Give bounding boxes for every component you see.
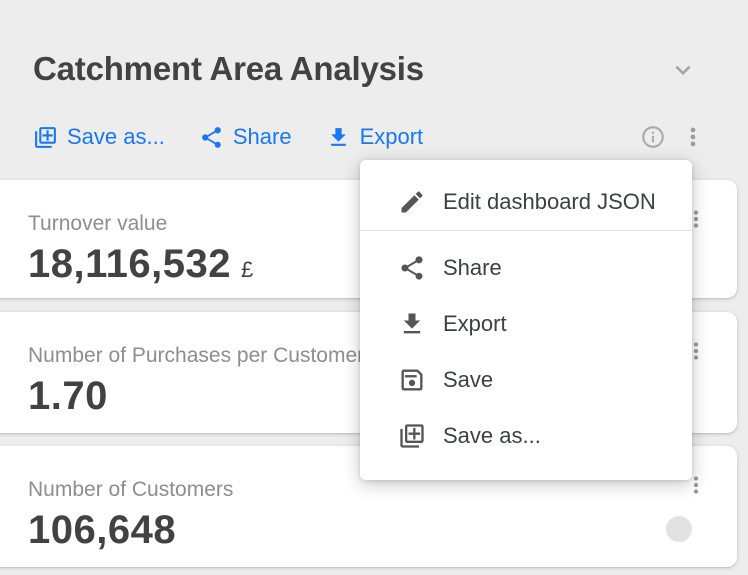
save-as-icon [398,422,426,450]
more-options-button[interactable] [679,123,707,151]
menu-item-label: Export [443,311,507,337]
download-icon [326,125,351,150]
kebab-icon [679,123,707,151]
save-as-button[interactable]: Save as... [33,124,165,150]
share-icon [398,254,426,282]
kpi-unit: £ [241,257,253,283]
info-icon[interactable] [640,124,666,150]
floating-dot [666,516,692,542]
menu-item-label: Edit dashboard JSON [443,189,656,215]
menu-divider [360,230,692,231]
menu-item-save[interactable]: Save [360,352,692,408]
share-icon [199,125,224,150]
save-as-icon [33,125,58,150]
share-button[interactable]: Share [199,124,292,150]
share-label: Share [233,124,292,150]
kpi-value: 106,648 [28,508,176,552]
toolbar: Save as... Share Export [33,121,423,153]
save-icon [398,366,426,394]
edit-icon [398,188,426,216]
dashboard-page: { "header": { "title": "Catchment Area A… [0,0,748,575]
menu-item-label: Save [443,367,493,393]
menu-item-label: Save as... [443,423,541,449]
context-menu: Edit dashboard JSON Share Export Save Sa… [360,160,692,480]
menu-item-save-as[interactable]: Save as... [360,408,692,464]
menu-item-export[interactable]: Export [360,296,692,352]
kpi-value: 18,116,532 [28,242,231,286]
toolbar-right [640,121,707,153]
export-label: Export [360,124,424,150]
page-title: Catchment Area Analysis [33,50,424,88]
menu-item-share[interactable]: Share [360,240,692,296]
menu-item-label: Share [443,255,502,281]
export-button[interactable]: Export [326,124,424,150]
kpi-label: Number of Customers [28,476,737,503]
chevron-down-icon[interactable] [668,55,698,85]
save-as-label: Save as... [67,124,165,150]
menu-item-edit-dashboard-json[interactable]: Edit dashboard JSON [360,174,692,230]
kpi-value: 1.70 [28,374,108,418]
download-icon [398,310,426,338]
